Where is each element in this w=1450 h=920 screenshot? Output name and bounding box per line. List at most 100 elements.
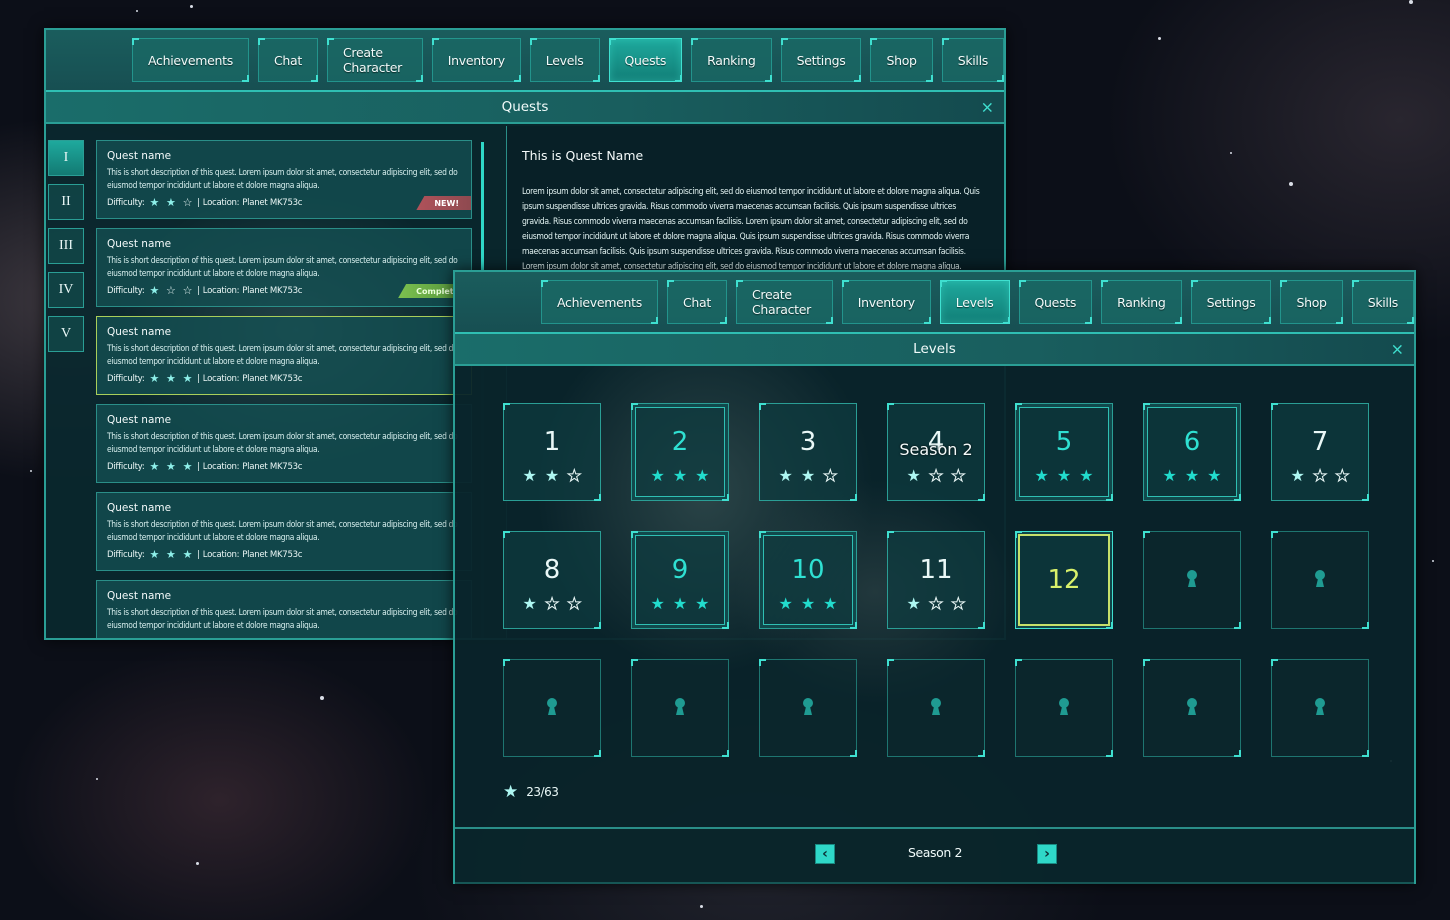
quest-card[interactable]: Quest name This is short description of t… [96,228,472,307]
level-number: 11 [919,555,953,585]
star-filled-icon: ★ [1207,468,1222,485]
quest-card[interactable]: Quest name This is short description of t… [96,404,472,483]
tab-create-character[interactable]: Create Character [327,38,423,82]
level-tile-locked [759,659,857,757]
keyhole-lock-icon [801,698,815,718]
level-stars: ★ ★ ★ [522,596,582,613]
level-tile[interactable]: 4 ★ ★ ★ Season 2 [887,403,985,501]
chapter-tab-4[interactable]: IV [48,272,84,308]
level-number: 8 [543,555,561,585]
level-number: 7 [1311,427,1329,457]
chapter-tab-1[interactable]: I [48,140,84,176]
meta-separator: | [197,461,200,472]
keyhole-lock-icon [545,698,559,718]
level-tile[interactable]: 9 ★ ★ ★ [631,531,729,629]
quests-nav-bar: Achievements Chat Create Character Inventor… [46,30,1004,90]
level-tile[interactable]: 5 ★ ★ ★ [1015,403,1113,501]
quest-card[interactable]: Quest name This is short description of t… [96,580,472,638]
tab-achievements[interactable]: Achievements [132,38,249,82]
tab-skills[interactable]: Skills [1351,280,1415,324]
chapter-tab-3[interactable]: III [48,228,84,264]
chevron-right-icon: › [1044,846,1050,862]
star-filled-icon: ★ [166,196,176,209]
tab-ranking[interactable]: Ranking [691,38,773,82]
scrollbar-thumb[interactable] [481,142,484,282]
keyhole-lock-icon [1313,698,1327,718]
location-label: Location: [202,373,240,384]
tab-skills[interactable]: Skills [941,38,1004,82]
location-value: Planet MK753c [242,285,303,296]
level-tile[interactable]: 1 ★ ★ ★ [503,403,601,501]
meta-separator: | [197,285,200,296]
tab-inventory[interactable]: Inventory [431,38,521,82]
level-tile[interactable]: 8 ★ ★ ★ [503,531,601,629]
quest-name: Quest name [107,238,172,250]
star-filled-icon: ★ [182,460,193,473]
tab-quests[interactable]: Quests [1018,280,1093,324]
tab-chat[interactable]: Chat [257,38,319,82]
star-filled-icon: ★ [672,596,688,613]
quest-meta: Difficulty: ★ ★ ★ | Location: Planet MK753c [107,372,461,385]
star-empty-icon: ★ [823,468,838,485]
star-filled-icon: ★ [182,548,193,561]
level-stars: ★ ★ ★ [906,596,966,613]
level-stars: ★ ★ ★ [650,597,709,613]
level-stars: ★ ★ ★ [1290,468,1350,485]
tab-inventory[interactable]: Inventory [841,280,931,324]
star-filled-icon: ★ [1079,468,1094,485]
level-number: 1 [543,427,561,457]
stars-total: ★ 23/63 [503,782,559,802]
meta-separator: | [197,373,200,384]
chapter-tab-2[interactable]: II [48,184,84,220]
prev-season-button[interactable]: ‹ [815,844,835,864]
star-empty-icon: ☆ [166,284,176,297]
quest-name: Quest name [107,150,172,162]
tab-shop[interactable]: Shop [870,38,933,82]
level-stars: ★ ★ ★ [522,468,582,485]
star-empty-icon: ★ [567,596,582,613]
star-filled-icon: ★ [182,372,193,385]
tab-create-character[interactable]: Create Character [736,280,833,324]
quest-card[interactable]: Quest name This is short description of t… [96,492,472,571]
star-empty-icon: ★ [928,468,944,485]
quest-name: Quest name [107,414,172,426]
keyhole-lock-icon [929,698,943,718]
tab-levels[interactable]: Levels [529,38,600,82]
level-tile[interactable]: 3 ★ ★ ★ [759,403,857,501]
star-filled-icon: ★ [778,596,793,613]
keyhole-lock-icon [1313,570,1327,590]
star-filled-icon: ★ [149,284,159,297]
tab-shop[interactable]: Shop [1280,280,1343,324]
level-number: 5 [1055,427,1073,457]
quest-card[interactable]: Quest name This is short description of t… [96,140,472,219]
level-tile[interactable]: 10 ★ ★ ★ [759,531,857,629]
tab-settings[interactable]: Settings [780,38,862,82]
tab-ranking[interactable]: Ranking [1101,280,1183,324]
quest-card[interactable]: Quest name This is short description of t… [96,316,472,395]
close-icon[interactable]: × [981,98,994,117]
level-tile[interactable]: 2 ★ ★ ★ [631,403,729,501]
level-tile[interactable]: 11 ★ ★ ★ [887,531,985,629]
star-filled-icon: ★ [906,596,921,613]
level-tile-locked [631,659,729,757]
window-title: Levels [913,341,956,357]
level-tile[interactable]: 6 ★ ★ ★ [1143,403,1241,501]
quest-list: Quest name This is short description of t… [96,140,472,638]
tab-achievements[interactable]: Achievements [541,280,658,324]
quest-name: Quest name [107,326,172,338]
tab-settings[interactable]: Settings [1190,280,1272,324]
tab-chat[interactable]: Chat [666,280,728,324]
level-tile-locked [503,659,601,757]
level-stars: ★ ★ ★ [1034,469,1093,485]
tab-quests[interactable]: Quests [608,38,683,82]
keyhole-lock-icon [1185,698,1199,718]
next-season-button[interactable]: › [1037,844,1057,864]
close-icon[interactable]: × [1391,340,1404,359]
tab-levels[interactable]: Levels [939,280,1010,324]
star-filled-icon: ★ [166,548,176,561]
difficulty-label: Difficulty: [107,285,145,296]
difficulty-label: Difficulty: [107,373,145,384]
level-tile[interactable]: 12 [1015,531,1113,629]
level-tile[interactable]: 7 ★ ★ ★ [1271,403,1369,501]
chapter-tab-5[interactable]: V [48,316,84,352]
